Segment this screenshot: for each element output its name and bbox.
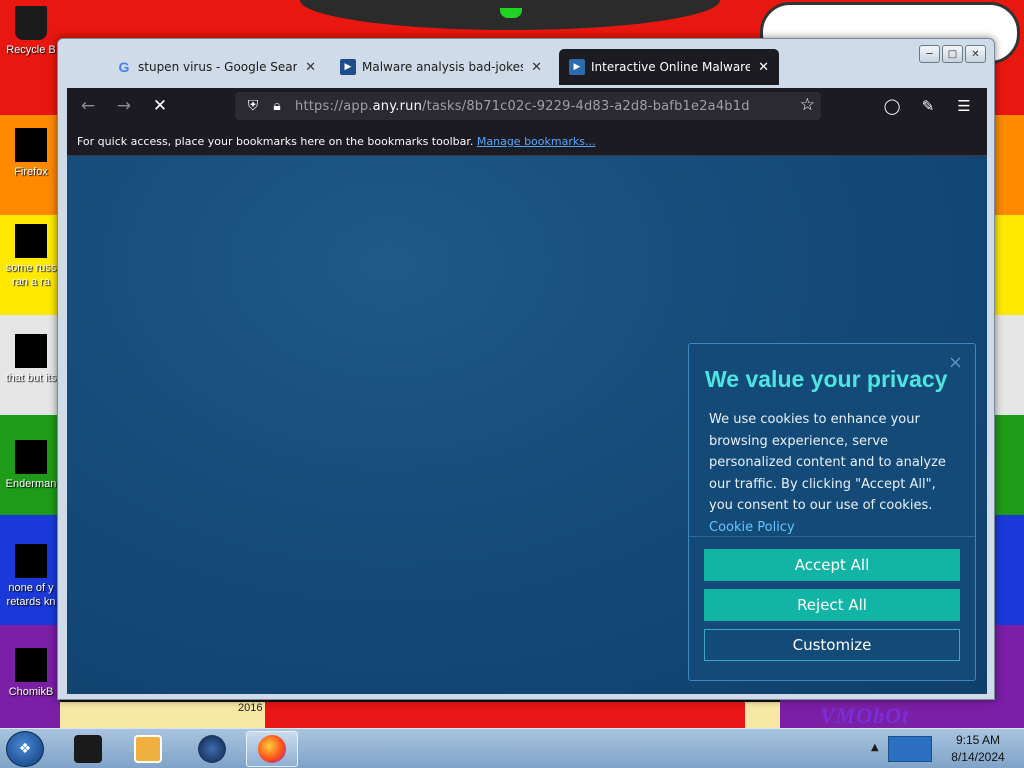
firefox-icon	[15, 128, 47, 162]
maximize-button[interactable]: □	[942, 45, 963, 63]
bookmarks-hint: For quick access, place your bookmarks h…	[77, 135, 474, 148]
page-content: × We value your privacy We use cookies t…	[67, 156, 987, 694]
app-icon	[15, 648, 47, 682]
wallpaper-drawing: 2016	[60, 700, 780, 728]
wallpaper-signature: VMObOt	[820, 703, 910, 728]
desktop-icon-enderman[interactable]: Enderman	[0, 440, 62, 491]
clock[interactable]: 9:15 AM 8/14/2024	[940, 732, 1016, 766]
start-button[interactable]: ❖	[6, 731, 44, 767]
tray-app-icon[interactable]	[888, 736, 932, 762]
url-bar[interactable]: ⛨ 🔒︎ https://app.any.run/tasks/8b71c02c-…	[235, 92, 821, 120]
desktop-icon-label: Recycle B	[6, 44, 56, 56]
minimize-button[interactable]: ─	[919, 45, 940, 63]
divider	[689, 536, 975, 537]
tab-close-icon[interactable]: ✕	[305, 60, 316, 75]
desktop-icon-firefox[interactable]: Firefox	[0, 128, 62, 179]
desktop-icon-label: ChomikB	[8, 686, 54, 698]
clock-time: 9:15 AM	[955, 733, 1001, 747]
tab-title: stupen virus - Google Search	[138, 60, 298, 74]
tab-google-search[interactable]: G stupen virus - Google Search ✕	[106, 49, 326, 85]
desktop-icon-file-2[interactable]: that but its	[0, 334, 62, 385]
desktop-icon-file-1[interactable]: some russ ran a ra	[0, 224, 62, 289]
app-icon	[198, 735, 226, 763]
wallpaper-year: 2016	[238, 702, 263, 714]
desktop-icon-label: Firefox	[14, 166, 48, 178]
shield-icon[interactable]: ⛨	[241, 98, 265, 114]
navigation-toolbar: ← → ✕ ⛨ 🔒︎ https://app.any.run/tasks/8b7…	[67, 88, 987, 124]
manage-bookmarks-link[interactable]: Manage bookmarks...	[477, 135, 596, 148]
back-button[interactable]: ←	[73, 91, 103, 121]
url-text[interactable]: https://app.any.run/tasks/8b71c02c-9229-…	[295, 99, 750, 114]
file-icon	[15, 544, 47, 578]
lock-icon[interactable]: 🔒︎	[265, 98, 289, 114]
extensions-icon[interactable]: ✎	[915, 91, 941, 121]
file-icon	[15, 224, 47, 258]
desktop-icon-label: that but its	[5, 372, 57, 384]
taskbar-item-media-player[interactable]	[122, 731, 174, 767]
taskbar-item-1[interactable]	[62, 731, 114, 767]
app-icon	[74, 735, 102, 763]
tab-malware-analysis[interactable]: ▶ Malware analysis bad-jokes.7z M ✕	[330, 49, 552, 85]
reject-all-button[interactable]: Reject All	[704, 589, 960, 621]
desktop-icon-label: none of y retards kn	[6, 582, 56, 608]
pocket-icon[interactable]: ◯	[879, 91, 905, 121]
cookie-dialog-title: We value your privacy	[705, 366, 948, 392]
tab-strip: G stupen virus - Google Search ✕ ▶ Malwa…	[58, 49, 918, 87]
toolbar-right: ◯ ✎ ☰	[879, 91, 977, 121]
bookmarks-toolbar: For quick access, place your bookmarks h…	[67, 124, 987, 156]
desktop-icon-label: Enderman	[5, 478, 57, 490]
cookie-dialog-body: We use cookies to enhance your browsing …	[709, 412, 946, 535]
app-icon	[15, 440, 47, 474]
stop-loading-button[interactable]: ✕	[145, 91, 175, 121]
media-player-icon	[134, 735, 162, 763]
tab-title: Interactive Online Malware Ana	[591, 60, 751, 74]
firefox-icon	[258, 735, 286, 763]
menu-icon[interactable]: ☰	[951, 91, 977, 121]
taskbar-item-3[interactable]	[186, 731, 238, 767]
taskbar-item-firefox[interactable]	[246, 731, 298, 767]
taskbar: ❖ ▲ 9:15 AM 8/14/2024	[0, 728, 1024, 768]
recycle-bin-icon	[15, 6, 47, 40]
bookmark-star-icon[interactable]: ☆	[800, 95, 815, 115]
close-window-button[interactable]: ✕	[965, 45, 986, 63]
window-controls: ─ □ ✕	[919, 45, 986, 63]
anyrun-icon: ▶	[340, 59, 356, 75]
desktop-icon-file-3[interactable]: none of y retards kn	[0, 544, 62, 609]
close-icon[interactable]: ×	[948, 352, 963, 373]
clock-date: 8/14/2024	[951, 750, 1005, 764]
cookie-policy-link[interactable]: Cookie Policy	[709, 520, 795, 535]
desktop-icon-recycle-bin[interactable]: Recycle B	[0, 6, 62, 57]
system-tray: ▲ 9:15 AM 8/14/2024	[866, 729, 1024, 768]
forward-button[interactable]: →	[109, 91, 139, 121]
browser-window: ─ □ ✕ G stupen virus - Google Search ✕ ▶…	[57, 38, 995, 700]
google-icon: G	[118, 59, 130, 75]
desktop-icon-chomik[interactable]: ChomikB	[0, 648, 62, 699]
anyrun-icon: ▶	[569, 59, 585, 75]
tab-close-icon[interactable]: ✕	[531, 60, 542, 75]
cookie-consent-dialog: × We value your privacy We use cookies t…	[688, 343, 976, 681]
show-hidden-icons-icon[interactable]: ▲	[871, 742, 879, 753]
file-icon	[15, 334, 47, 368]
tab-interactive-analysis[interactable]: ▶ Interactive Online Malware Ana ✕	[559, 49, 779, 85]
customize-button[interactable]: Customize	[704, 629, 960, 661]
desktop-icon-label: some russ ran a ra	[5, 262, 57, 288]
accept-all-button[interactable]: Accept All	[704, 549, 960, 581]
tab-title: Malware analysis bad-jokes.7z M	[362, 60, 523, 74]
tab-close-icon[interactable]: ✕	[758, 60, 769, 75]
